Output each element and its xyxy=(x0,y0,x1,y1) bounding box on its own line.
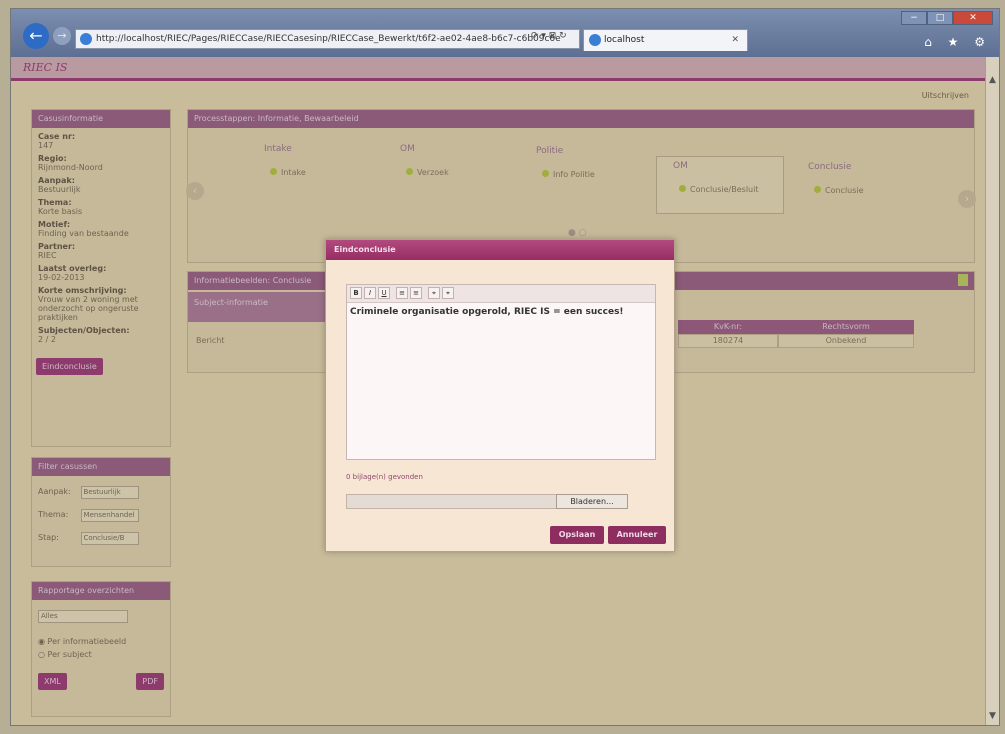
minimize-button[interactable]: − xyxy=(901,11,927,25)
case-field: Subjecten/Objecten: 2 / 2 xyxy=(38,326,130,344)
case-field: Thema: Korte basis xyxy=(38,198,83,216)
address-controls[interactable]: ⟳ ▾ ⊠ ↻ xyxy=(531,31,567,41)
link-icon[interactable]: ⌖ xyxy=(428,287,440,299)
address-bar[interactable]: http://localhost/RIEC/Pages/RIECCase/RIE… xyxy=(75,29,580,49)
page-scrollbar[interactable]: ▲ ▼ xyxy=(985,57,999,725)
editor-content[interactable]: Criminele organisatie opgerold, RIEC IS … xyxy=(347,303,655,321)
scroll-up-icon[interactable]: ▲ xyxy=(986,75,999,89)
pdf-button[interactable]: PDF xyxy=(136,673,164,690)
aanpak-select[interactable]: Bestuurlijk xyxy=(80,486,139,499)
close-window-button[interactable]: ✕ xyxy=(953,11,993,25)
info-row-label: Subject-informatie xyxy=(188,292,348,322)
attachment-count: 0 bijlage(n) gevonden xyxy=(346,473,423,481)
dialog-title: Eindconclusie xyxy=(326,240,674,260)
browse-button[interactable]: Bladeren... xyxy=(556,494,628,509)
info-row-value: Bericht xyxy=(196,336,225,345)
scroll-down-icon[interactable]: ▼ xyxy=(986,711,999,725)
stage-om[interactable]: OM Verzoek xyxy=(384,140,512,198)
address-url: http://localhost/RIEC/Pages/RIECCase/RIE… xyxy=(96,34,561,44)
italic-icon[interactable]: I xyxy=(364,287,376,299)
case-field: Korte omschrijving: Vrouw van 2 woning me… xyxy=(38,286,139,322)
ie-logo-icon xyxy=(80,33,92,45)
browser-chrome: ← → http://localhost/RIEC/Pages/RIECCase… xyxy=(11,9,999,57)
tab-ie-icon xyxy=(589,34,601,46)
status-dot-icon xyxy=(814,186,821,193)
maximize-button[interactable]: □ xyxy=(927,11,953,25)
bold-icon[interactable]: B xyxy=(350,287,362,299)
report-select[interactable]: Alles xyxy=(38,610,128,623)
underline-icon[interactable]: U xyxy=(378,287,390,299)
ordered-list-icon[interactable]: ≡ xyxy=(396,287,408,299)
case-field: Aanpak: Bestuurlijk xyxy=(38,176,81,194)
report-panel: Rapportage overzichten Alles ◉ Per infor… xyxy=(31,581,171,717)
case-actions: Eindconclusie xyxy=(32,344,170,385)
report-buttons: XML PDF xyxy=(32,659,170,704)
rechtsvorm-header: Rechtsvorm xyxy=(778,320,914,334)
editor-toolbar: B I U ≡ ≡ ⌖ ⌖ xyxy=(347,285,655,303)
photo-frame: ← → http://localhost/RIEC/Pages/RIECCase… xyxy=(10,8,1000,726)
stage-om-active[interactable]: OM Conclusie/Besluit xyxy=(656,156,784,214)
unlink-icon[interactable]: ⌖ xyxy=(442,287,454,299)
browser-tab[interactable]: localhost ✕ xyxy=(583,29,748,51)
eindconclusie-dialog: Eindconclusie B I U ≡ ≡ ⌖ ⌖ Criminele or… xyxy=(325,239,675,552)
stage-conclusie[interactable]: Conclusie Conclusie xyxy=(792,158,920,216)
app-logo: RIEC IS xyxy=(23,61,68,74)
cancel-button[interactable]: Annuleer xyxy=(608,526,666,544)
case-field: Regio: Rijnmond-Noord xyxy=(38,154,103,172)
status-dot-icon xyxy=(679,185,686,192)
filter-row: Stap: Conclusie/B xyxy=(32,532,170,545)
rechtsvorm-cell: Onbekend xyxy=(778,334,914,348)
eindconclusie-button[interactable]: Eindconclusie xyxy=(36,358,103,375)
app-header: RIEC IS xyxy=(11,57,999,81)
close-tab-icon[interactable]: ✕ xyxy=(731,30,739,50)
report-title: Rapportage overzichten xyxy=(32,582,170,600)
case-field: Motief: Finding van bestaande xyxy=(38,220,129,238)
filter-row: Aanpak: Bestuurlijk xyxy=(32,486,170,499)
rich-text-editor[interactable]: B I U ≡ ≡ ⌖ ⌖ Criminele organisatie opge… xyxy=(346,284,656,460)
window-buttons: − □ ✕ xyxy=(901,11,993,25)
status-dot-icon xyxy=(270,168,277,175)
kvk-header: KvK-nr: xyxy=(678,320,778,334)
filter-panel: Filter casussen Aanpak: Bestuurlijk Them… xyxy=(31,457,171,567)
radio-informatiebeeld[interactable]: ◉ Per informatiebeeld xyxy=(32,637,170,646)
stage-politie[interactable]: Politie Info Politie xyxy=(520,142,648,200)
logout-link[interactable]: Uitschrijven xyxy=(922,91,969,100)
status-dot-icon xyxy=(406,168,413,175)
case-field: Case nr: 147 xyxy=(38,132,76,150)
tab-title: localhost xyxy=(604,35,645,45)
save-button[interactable]: Opslaan xyxy=(550,526,604,544)
filter-row: Thema: Mensenhandel xyxy=(32,509,170,522)
thema-select[interactable]: Mensenhandel xyxy=(80,509,139,522)
filter-title: Filter casussen xyxy=(32,458,170,476)
stap-select[interactable]: Conclusie/B xyxy=(80,532,139,545)
forward-arrow-icon[interactable]: → xyxy=(53,27,71,45)
report-select-row: Alles xyxy=(32,610,170,623)
case-info-title: Casusinformatie xyxy=(32,110,170,128)
back-arrow-icon[interactable]: ← xyxy=(23,23,49,49)
case-field: Laatst overleg: 19-02-2013 xyxy=(38,264,107,282)
export-icon[interactable] xyxy=(958,274,968,286)
xml-button[interactable]: XML xyxy=(38,673,67,690)
carousel-dots[interactable]: ● ○ xyxy=(568,228,587,238)
unordered-list-icon[interactable]: ≡ xyxy=(410,287,422,299)
case-field: Partner: RIEC xyxy=(38,242,76,260)
home-star-gear-icons[interactable]: ⌂ ★ ⚙ xyxy=(924,35,991,49)
stage-intake[interactable]: Intake Intake xyxy=(248,140,376,198)
radio-subject[interactable]: ○ Per subject xyxy=(32,650,170,659)
case-info-panel: Casusinformatie Case nr: 147 Regio: Rijnmo… xyxy=(31,109,171,447)
kvk-cell: 180274 xyxy=(678,334,778,348)
status-dot-icon xyxy=(542,170,549,177)
